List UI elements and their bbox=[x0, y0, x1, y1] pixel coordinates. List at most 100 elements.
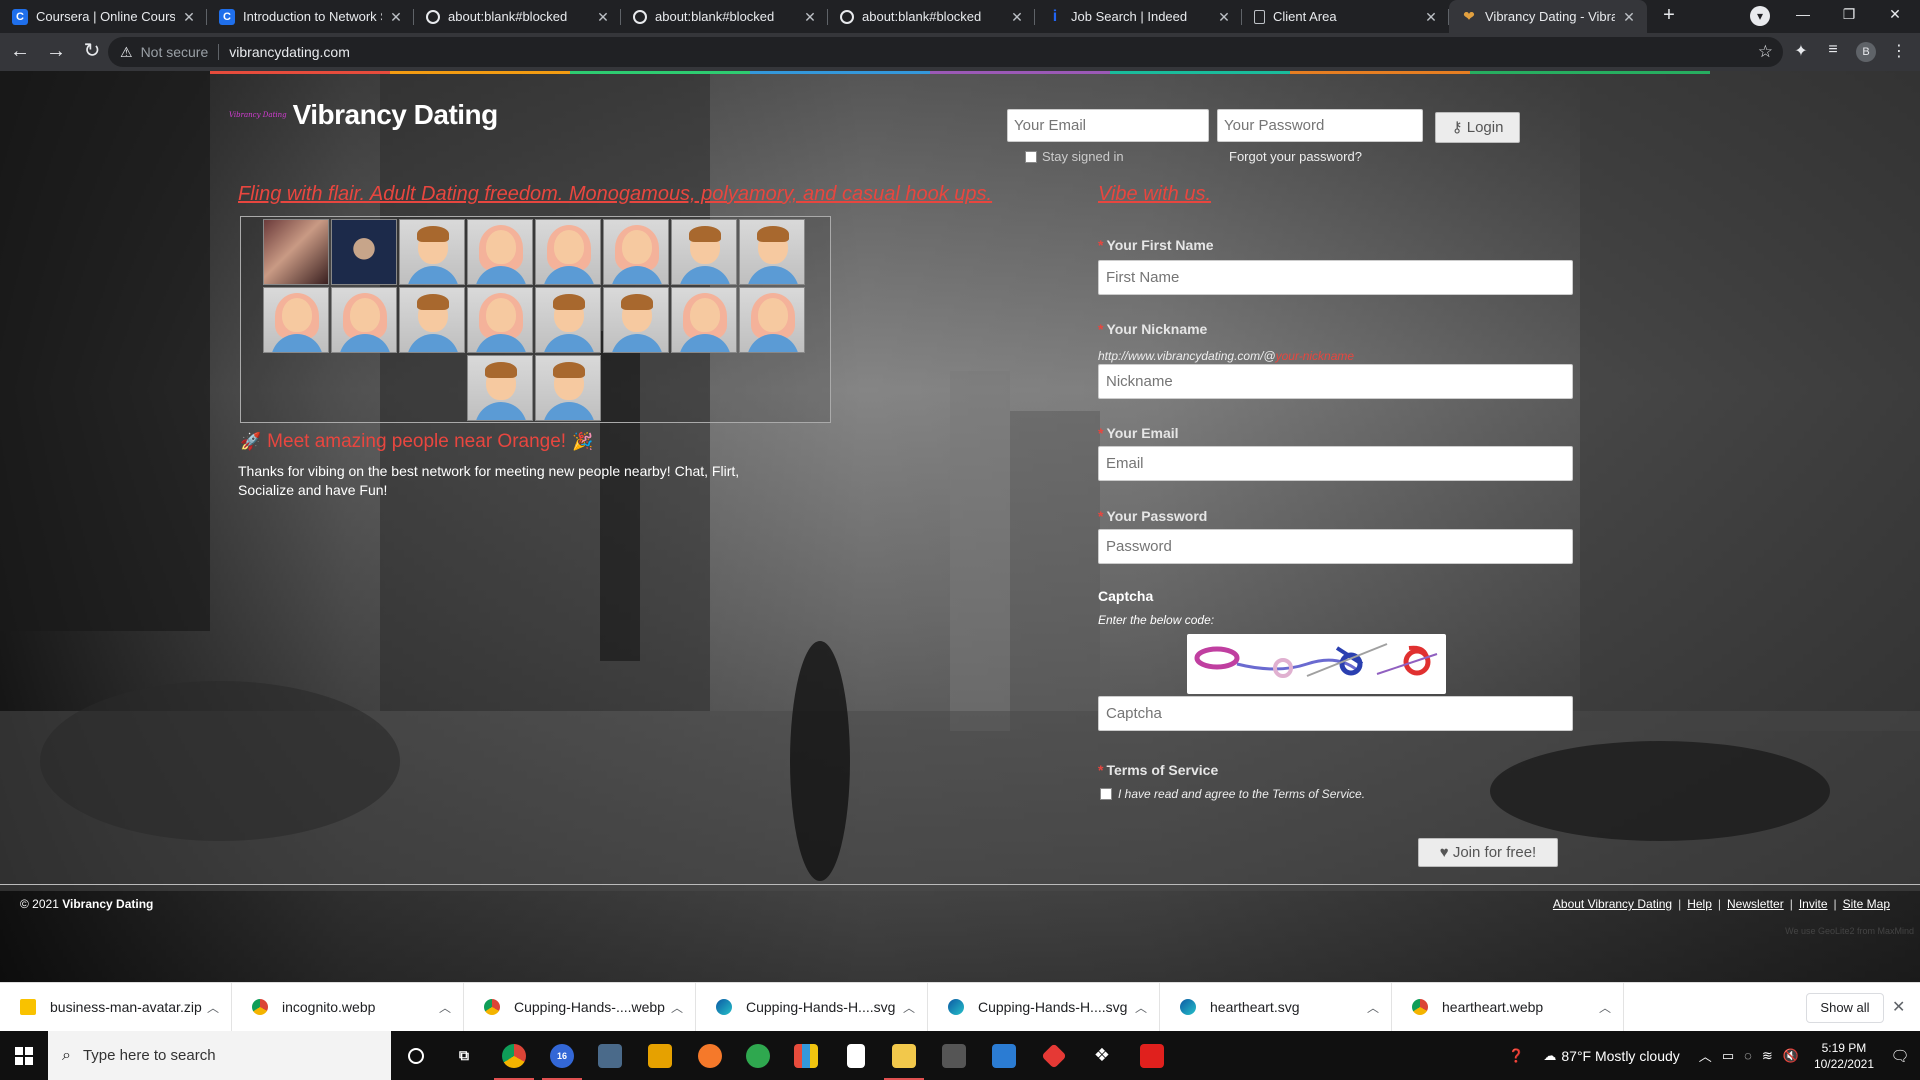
sbi-app-icon[interactable] bbox=[636, 1031, 684, 1080]
stay-signed-in[interactable]: Stay signed in bbox=[1025, 149, 1124, 164]
join-button[interactable]: ♥ Join for free! bbox=[1418, 838, 1558, 867]
file-explorer-icon[interactable] bbox=[880, 1031, 928, 1080]
security-status[interactable]: Not secure bbox=[141, 44, 220, 60]
stay-signed-in-checkbox[interactable] bbox=[1025, 150, 1037, 163]
download-item[interactable]: heartheart.webp ︿ bbox=[1392, 982, 1624, 1032]
reload-icon[interactable]: ↻ bbox=[76, 36, 108, 68]
network-icon[interactable]: ◌ bbox=[1744, 1048, 1752, 1063]
member-avatar[interactable] bbox=[263, 219, 329, 285]
back-icon[interactable]: ← bbox=[4, 36, 36, 68]
extensions-icon[interactable]: ✦ bbox=[1790, 41, 1812, 61]
close-window-icon[interactable]: ✕ bbox=[1872, 0, 1918, 30]
close-tab-icon[interactable]: ✕ bbox=[181, 9, 197, 25]
taskbar-search[interactable]: ⌕ Type here to search bbox=[48, 1031, 391, 1080]
close-tab-icon[interactable]: ✕ bbox=[1423, 9, 1439, 25]
volume-muted-icon[interactable]: 🔇 bbox=[1783, 1048, 1799, 1064]
clock[interactable]: 5:19 PM 10/22/2021 bbox=[1814, 1040, 1874, 1072]
restore-icon[interactable]: ❐ bbox=[1826, 0, 1872, 30]
browser-tab[interactable]: C Introduction to Network Se ✕ bbox=[207, 0, 414, 33]
browser-tab[interactable]: about:blank#blocked ✕ bbox=[414, 0, 621, 33]
reading-list-icon[interactable]: ≡ bbox=[1822, 41, 1844, 59]
battery-icon[interactable]: ▭ bbox=[1722, 1048, 1734, 1064]
member-avatar[interactable] bbox=[331, 219, 397, 285]
taskbar-chrome-icon[interactable] bbox=[490, 1031, 538, 1080]
tab-search-icon[interactable]: ▾ bbox=[1750, 6, 1770, 26]
member-avatar[interactable] bbox=[467, 355, 533, 421]
member-avatar[interactable] bbox=[467, 287, 533, 353]
calculator-app-icon[interactable] bbox=[586, 1031, 634, 1080]
minimize-icon[interactable]: — bbox=[1780, 0, 1826, 30]
new-tab-button[interactable]: + bbox=[1655, 2, 1683, 30]
close-tab-icon[interactable]: ✕ bbox=[388, 9, 404, 25]
download-item[interactable]: Cupping-Hands-H....svg ︿ bbox=[696, 982, 928, 1032]
download-item[interactable]: Cupping-Hands-H....svg ︿ bbox=[928, 982, 1160, 1032]
dropbox-app-icon[interactable]: ❖ bbox=[1078, 1031, 1126, 1080]
chevron-up-icon[interactable]: ︿ bbox=[671, 999, 683, 1016]
nickname-input[interactable] bbox=[1098, 364, 1573, 399]
email-input[interactable] bbox=[1098, 446, 1573, 481]
terms-checkbox[interactable] bbox=[1100, 788, 1112, 800]
close-downloads-icon[interactable]: ✕ bbox=[1892, 997, 1905, 1017]
member-avatar[interactable] bbox=[535, 355, 601, 421]
notepad-app-icon[interactable] bbox=[832, 1031, 880, 1080]
chevron-up-icon[interactable]: ︿ bbox=[1367, 999, 1379, 1016]
close-tab-icon[interactable]: ✕ bbox=[595, 9, 611, 25]
member-avatar[interactable] bbox=[535, 219, 601, 285]
captcha-input[interactable] bbox=[1098, 696, 1573, 731]
member-avatar[interactable] bbox=[603, 219, 669, 285]
footer-link-about[interactable]: About Vibrancy Dating bbox=[1553, 897, 1672, 911]
weather-text[interactable]: 87°F Mostly cloudy bbox=[1561, 1048, 1679, 1064]
browser-tab-active[interactable]: ❤ Vibrancy Dating - Vibrancy ✕ bbox=[1449, 0, 1647, 33]
copyright-name[interactable]: Vibrancy Dating bbox=[62, 897, 153, 911]
help-icon[interactable]: ❓ bbox=[1508, 1048, 1524, 1064]
login-button[interactable]: ⚷ Login bbox=[1435, 112, 1520, 143]
browser-tab[interactable]: Client Area ✕ bbox=[1242, 0, 1449, 33]
download-item[interactable]: heartheart.svg ︿ bbox=[1160, 982, 1392, 1032]
chevron-up-icon[interactable]: ︿ bbox=[1599, 999, 1611, 1016]
forward-icon[interactable]: → bbox=[40, 36, 72, 68]
footer-link-invite[interactable]: Invite bbox=[1799, 897, 1828, 911]
footer-link-newsletter[interactable]: Newsletter bbox=[1727, 897, 1784, 911]
terms-agree-row[interactable]: I have read and agree to the Terms of Se… bbox=[1100, 787, 1365, 801]
acrobat-app-icon[interactable] bbox=[1128, 1031, 1176, 1080]
member-avatar[interactable] bbox=[739, 287, 805, 353]
notifications-icon[interactable]: 🗨 bbox=[1888, 1047, 1912, 1065]
member-avatar[interactable] bbox=[263, 287, 329, 353]
member-avatar[interactable] bbox=[671, 219, 737, 285]
member-avatar[interactable] bbox=[603, 287, 669, 353]
member-avatar[interactable] bbox=[399, 287, 465, 353]
forgot-password-link[interactable]: Forgot your password? bbox=[1229, 149, 1362, 164]
task-view-icon[interactable]: ⧉ bbox=[440, 1031, 488, 1080]
menu-kebab-icon[interactable]: ⋮ bbox=[1888, 41, 1910, 61]
chevron-up-icon[interactable]: ︿ bbox=[207, 999, 219, 1016]
chevron-up-icon[interactable]: ︿ bbox=[439, 999, 451, 1016]
start-button[interactable] bbox=[0, 1031, 48, 1080]
browser-tab[interactable]: C Coursera | Online Courses ✕ bbox=[0, 0, 207, 33]
xbox-app-icon[interactable] bbox=[734, 1031, 782, 1080]
member-avatar[interactable] bbox=[671, 287, 737, 353]
close-tab-icon[interactable]: ✕ bbox=[1621, 9, 1637, 25]
login-password-input[interactable] bbox=[1217, 109, 1423, 142]
member-avatar[interactable] bbox=[739, 219, 805, 285]
browser-tab[interactable]: i Job Search | Indeed ✕ bbox=[1035, 0, 1242, 33]
url-text[interactable]: vibrancydating.com bbox=[229, 44, 350, 60]
browser-tab[interactable]: about:blank#blocked ✕ bbox=[621, 0, 828, 33]
profile-avatar[interactable]: B bbox=[1856, 42, 1876, 62]
mail-app-icon[interactable] bbox=[980, 1031, 1028, 1080]
diamond-app-icon[interactable] bbox=[1030, 1031, 1078, 1080]
store-app-icon[interactable] bbox=[930, 1031, 978, 1080]
footer-link-help[interactable]: Help bbox=[1687, 897, 1712, 911]
member-avatar[interactable] bbox=[535, 287, 601, 353]
wifi-icon[interactable]: ≋ bbox=[1762, 1048, 1773, 1064]
library-app-icon[interactable] bbox=[782, 1031, 830, 1080]
site-logo[interactable]: Vibrancy Dating Vibrancy Dating bbox=[229, 99, 498, 131]
member-avatar[interactable] bbox=[331, 287, 397, 353]
download-item[interactable]: incognito.webp ︿ bbox=[232, 982, 464, 1032]
address-bar[interactable]: ⚠ Not secure vibrancydating.com ☆ bbox=[108, 37, 1783, 67]
chevron-up-icon[interactable]: ︿ bbox=[903, 999, 915, 1016]
download-item[interactable]: Cupping-Hands-....webp ︿ bbox=[464, 982, 696, 1032]
close-tab-icon[interactable]: ✕ bbox=[1009, 9, 1025, 25]
member-avatar[interactable] bbox=[399, 219, 465, 285]
taskbar-chrome-profile-icon[interactable]: 16 bbox=[538, 1031, 586, 1080]
bookmark-star-icon[interactable]: ☆ bbox=[1758, 42, 1773, 62]
